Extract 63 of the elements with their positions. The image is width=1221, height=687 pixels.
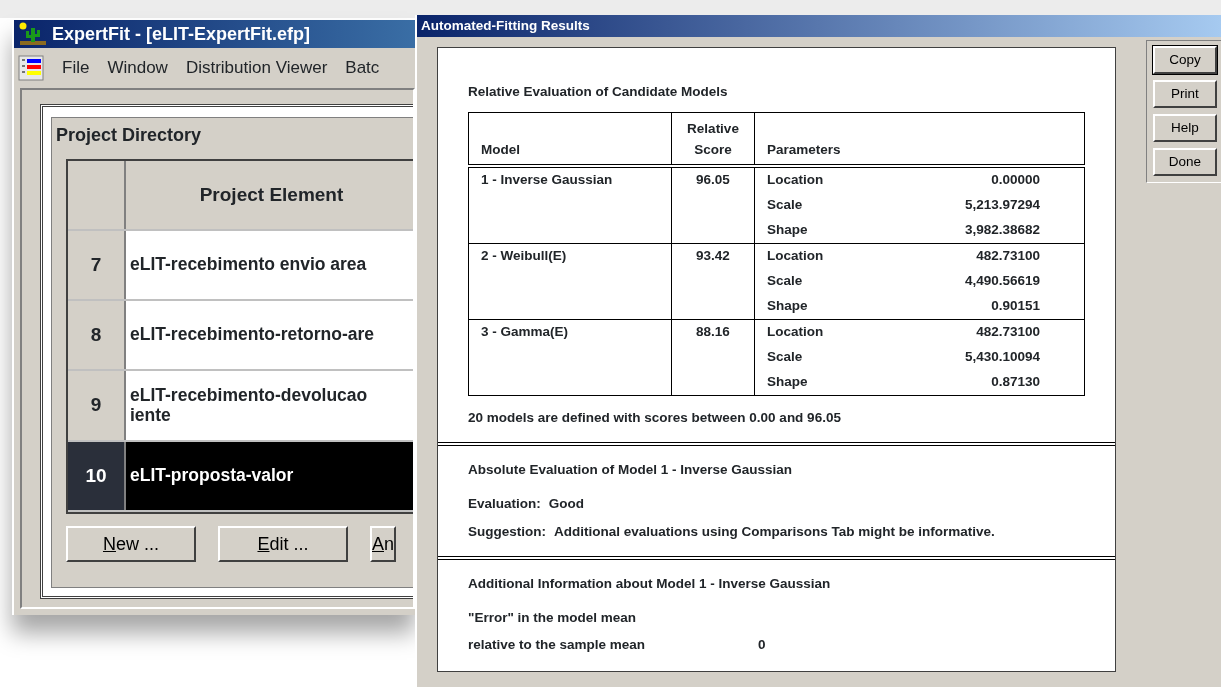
column-header: Model	[468, 112, 672, 166]
parameter-name: Shape	[767, 373, 808, 392]
panel-title: Project Directory	[56, 124, 203, 147]
parameter-value: 3,982.38682	[964, 221, 1040, 240]
table-row[interactable]: 9 eLIT-recebimento-devolucao iente	[68, 371, 413, 442]
action-button[interactable]: New ...	[66, 526, 196, 562]
field-value: Additional evaluations using Comparisons Tab might be informative.	[554, 522, 995, 541]
column-header: Parameters	[754, 112, 1085, 166]
cactus-icon	[18, 22, 48, 46]
parameter-name: Shape	[767, 221, 808, 240]
parameter-value: 0.00000	[991, 171, 1040, 190]
parameter-name: Location	[767, 247, 824, 266]
dialog-button[interactable]: Print	[1153, 80, 1217, 108]
table-row[interactable]: 10 eLIT-proposta-valor	[68, 442, 413, 512]
menu-item[interactable]: Window	[107, 55, 168, 81]
model-name: 1 - Inverse Gaussian	[481, 171, 614, 190]
window-title: ExpertFit - [eLIT-ExpertFit.efp]	[52, 22, 310, 46]
table-cell: eLIT-recebimento-retorno-are	[126, 301, 413, 369]
section-heading: Relative Evaluation of Candidate Models	[468, 83, 729, 101]
section-heading: Additional Information about Model 1 - Inverse Gaussian	[468, 574, 832, 593]
relative-score: 88.16	[695, 323, 731, 342]
parameter-name: Scale	[767, 272, 803, 291]
table-cell: eLIT-recebimento-devolucao iente	[126, 371, 413, 440]
parameter-value: 0.87130	[991, 373, 1040, 392]
action-button[interactable]: An	[370, 526, 396, 562]
field-value: Good	[548, 495, 584, 514]
parameter-name: Location	[767, 171, 824, 190]
parameter-value: 5,213.97294	[964, 196, 1040, 215]
model-name: 3 - Gamma(E)	[481, 323, 570, 342]
row-number: 10	[68, 442, 126, 510]
dialog-title: Automated-Fitting Results	[417, 15, 1221, 37]
field-label: "Error" in the model mean	[468, 609, 638, 627]
table-cell: eLIT-recebimento envio area	[126, 231, 413, 299]
table-row[interactable]: 7 eLIT-recebimento envio area	[68, 231, 413, 301]
relative-score: 96.05	[695, 171, 731, 190]
field-value: 0	[758, 636, 766, 655]
parameter-value: 482.73100	[976, 247, 1040, 266]
menu-item[interactable]: Distribution Viewer	[185, 55, 328, 81]
dialog-button[interactable]: Done	[1153, 148, 1217, 176]
dialog-button[interactable]: Help	[1153, 114, 1217, 142]
table-row[interactable]: 8 eLIT-recebimento-retorno-are	[68, 301, 413, 371]
parameter-value: 482.73100	[976, 323, 1040, 342]
parameter-name: Scale	[767, 196, 803, 215]
dialog-button[interactable]: Copy	[1153, 46, 1217, 74]
action-button[interactable]: Edit ...	[218, 526, 348, 562]
menu-item[interactable]: Batc	[345, 55, 380, 81]
menu-item[interactable]: File	[62, 55, 90, 81]
parameter-name: Scale	[767, 348, 803, 367]
parameter-value: 0.90151	[991, 297, 1040, 316]
model-name: 2 - Weibull(E)	[481, 247, 568, 266]
relative-score: 93.42	[695, 247, 731, 266]
field-label: Evaluation:	[468, 495, 541, 514]
section-heading: Absolute Evaluation of Model 1 - Inverse Gaussian	[468, 461, 794, 479]
parameter-value: 5,430.10094	[964, 348, 1040, 367]
column-header: Relative Score	[671, 112, 755, 166]
field-label: Suggestion:	[468, 522, 546, 541]
parameter-value: 4,490.56619	[964, 272, 1040, 291]
summary-text: 20 models are defined with scores between 0.00 and 96.05	[468, 408, 842, 427]
field-label: relative to the sample mean	[468, 636, 647, 655]
parameter-name: Shape	[767, 297, 808, 316]
table-cell: eLIT-proposta-valor	[126, 442, 413, 510]
menu-list-icon[interactable]	[18, 55, 44, 81]
parameter-name: Location	[767, 323, 824, 342]
